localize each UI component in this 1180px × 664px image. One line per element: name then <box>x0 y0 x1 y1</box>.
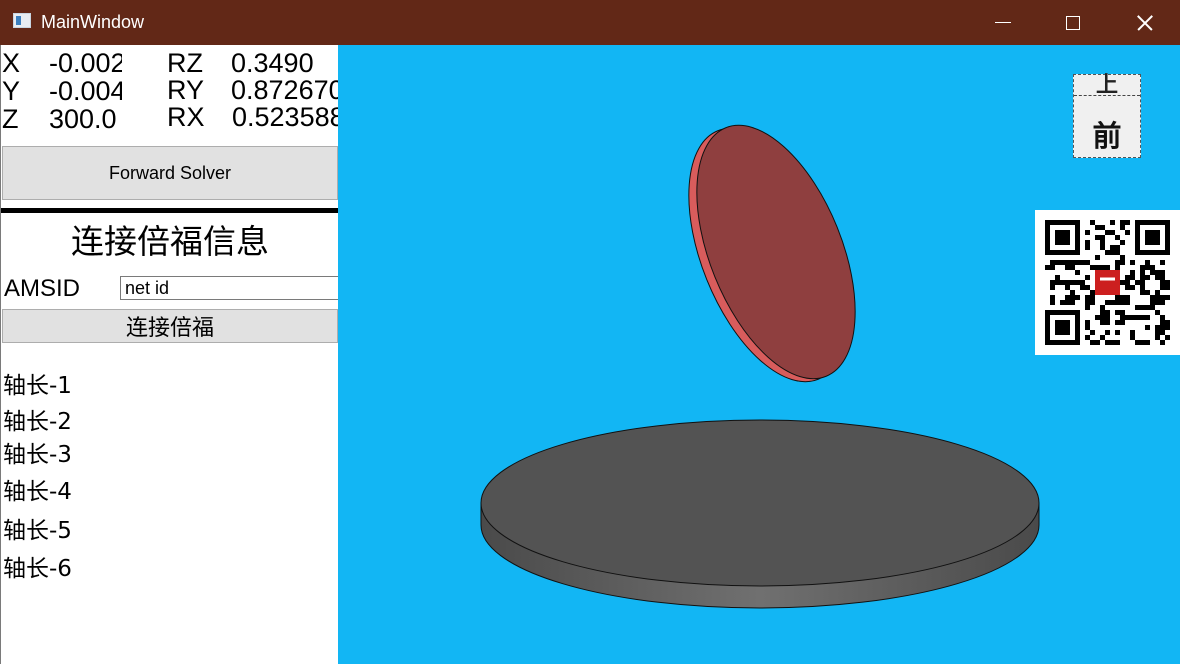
y-label: Y <box>2 76 21 106</box>
axis-length-2: 轴长-2 <box>3 409 72 435</box>
connect-button[interactable]: 连接倍福 <box>2 309 338 343</box>
title-bar: MainWindow <box>0 0 1180 45</box>
z-value: 300.0 <box>49 105 117 133</box>
ry-value: 0.872670 <box>231 76 338 104</box>
base-disk[interactable] <box>480 419 1040 609</box>
section-title: 连接倍福信息 <box>71 222 269 261</box>
forward-solver-button[interactable]: Forward Solver <box>2 146 338 200</box>
separator <box>1 208 338 213</box>
close-icon[interactable] <box>1128 8 1158 38</box>
view-cube-front-face[interactable]: 前 <box>1074 113 1140 155</box>
axis-length-3: 轴长-3 <box>3 442 72 468</box>
axis-length-1: 轴长-1 <box>3 373 72 399</box>
3d-viewport[interactable]: 上 前 <box>338 45 1180 664</box>
rz-value: 0.3490 <box>231 49 314 77</box>
axis-length-4: 轴长-4 <box>3 479 72 505</box>
app-icon <box>13 13 31 28</box>
control-panel: X -0.002 Y -0.004 Z 300.0 RZ 0.3490 RY 0… <box>0 45 338 664</box>
x-value: -0.002 <box>49 49 122 77</box>
amsid-label: AMSID <box>4 275 81 302</box>
axis-length-6: 轴长-6 <box>3 556 72 582</box>
qr-code-icon <box>1035 210 1180 355</box>
y-value: -0.004 <box>49 77 122 105</box>
view-cube-top-face[interactable]: 上 <box>1074 71 1140 97</box>
x-label: X <box>2 48 21 78</box>
view-cube[interactable]: 上 前 <box>1073 71 1141 158</box>
z-label: Z <box>2 104 19 134</box>
minimize-icon[interactable] <box>988 8 1018 38</box>
amsid-input[interactable]: net id <box>120 276 338 300</box>
rx-label: RX <box>167 102 205 132</box>
axis-length-5: 轴长-5 <box>3 518 72 544</box>
rz-label: RZ <box>167 48 203 78</box>
window-title: MainWindow <box>41 12 145 32</box>
moving-platform-disk[interactable] <box>657 103 888 404</box>
rx-value: 0.523588 <box>232 103 338 131</box>
ry-label: RY <box>167 75 205 105</box>
maximize-icon[interactable] <box>1058 8 1088 38</box>
